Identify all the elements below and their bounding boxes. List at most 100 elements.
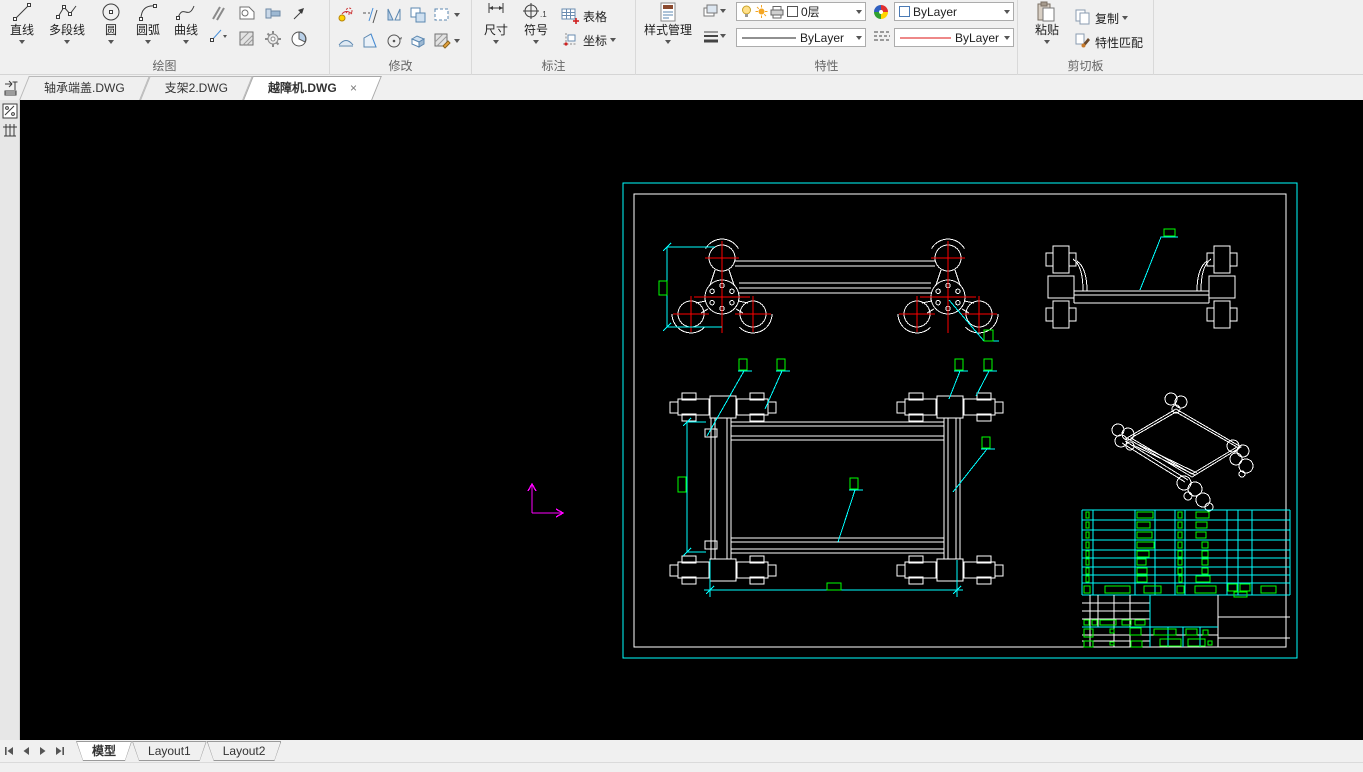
previous-tab-button[interactable]	[17, 743, 34, 759]
multiline-icon[interactable]	[205, 2, 229, 24]
cad-drawing	[527, 182, 1298, 659]
linetype-select[interactable]: ByLayer	[894, 28, 1014, 47]
left-dock-strip	[0, 100, 20, 740]
ribbon-empty-space	[1154, 0, 1363, 74]
erase-icon[interactable]	[334, 4, 358, 26]
point-icon[interactable]	[287, 2, 311, 24]
offset-icon[interactable]	[358, 4, 382, 26]
first-tab-button[interactable]	[0, 743, 17, 759]
doc-tab-bearing-cover[interactable]: 轴承端盖.DWG	[24, 76, 145, 100]
symbol-button[interactable]: .1 符号	[518, 0, 554, 56]
ribbon-group-modify: 修改	[330, 0, 472, 75]
doc-tab-obstacle-machine[interactable]: 越障机.DWG ×	[248, 76, 377, 100]
dropdown-caret-icon[interactable]	[533, 40, 539, 44]
layout-tab-bar: 模型 Layout1 Layout2	[0, 740, 1363, 762]
dropdown-caret-icon[interactable]	[1004, 35, 1010, 40]
dropdown-caret-icon[interactable]	[183, 40, 189, 44]
tab-layout1[interactable]: Layout1	[132, 741, 207, 761]
region-icon[interactable]	[235, 2, 259, 24]
donut-icon[interactable]	[287, 28, 311, 50]
svg-text:.1: .1	[540, 10, 547, 19]
paste-icon	[1035, 1, 1059, 23]
style-manager-button[interactable]: 样式管理	[640, 0, 696, 56]
dimension-button[interactable]: 尺寸	[478, 0, 514, 56]
callout-label-end	[1163, 228, 1176, 237]
dropdown-caret-icon[interactable]	[720, 9, 726, 13]
dropdown-caret-icon[interactable]	[64, 40, 70, 44]
plan-dimensions	[682, 417, 963, 597]
leader-front	[948, 299, 999, 342]
mirror-icon[interactable]	[382, 4, 406, 26]
block-tool-icon[interactable]	[2, 103, 18, 119]
model-space-canvas[interactable]	[20, 100, 1363, 740]
tab-model[interactable]: 模型	[76, 741, 132, 761]
layer-plot-printer-icon	[770, 6, 784, 19]
copy-button[interactable]: 复制	[1074, 7, 1129, 29]
circle-button[interactable]: 圆	[93, 0, 129, 56]
join-icon[interactable]	[406, 4, 430, 26]
draw-extra-tools	[205, 2, 235, 46]
construction-line-icon[interactable]	[205, 24, 229, 46]
dropdown-caret-icon[interactable]	[454, 39, 460, 43]
table-button[interactable]: 表格	[560, 5, 607, 27]
dropdown-caret-icon[interactable]	[19, 40, 25, 44]
lineweight-tools-button[interactable]	[702, 29, 726, 43]
color-wheel-icon[interactable]	[872, 3, 890, 24]
linetype-icon[interactable]	[872, 30, 891, 46]
rectangle-array-icon[interactable]	[430, 4, 454, 26]
lineweight-icon	[704, 31, 718, 43]
linetype-sample	[900, 37, 951, 38]
layer-tools-button[interactable]	[702, 3, 726, 19]
dropdown-caret-icon[interactable]	[454, 13, 460, 17]
modify-group-label: 修改	[388, 59, 413, 73]
copy-icon	[1074, 8, 1092, 28]
scale-icon[interactable]	[334, 30, 358, 52]
line-button[interactable]: 直线	[3, 0, 41, 56]
color-select[interactable]: ByLayer	[894, 2, 1014, 21]
gear-icon[interactable]	[261, 28, 285, 50]
hatch-edit-icon[interactable]	[430, 30, 454, 52]
arc-button[interactable]: 圆弧	[129, 0, 167, 56]
close-tab-icon[interactable]: ×	[350, 81, 357, 95]
layer-select[interactable]: 0层	[736, 2, 866, 21]
dropdown-caret-icon[interactable]	[610, 38, 617, 42]
spline-icon	[175, 1, 197, 23]
dropdown-caret-icon[interactable]	[720, 34, 726, 38]
orbit-3d-icon[interactable]	[406, 30, 430, 52]
leader-end-view	[1139, 236, 1178, 291]
plan-callout-labels	[738, 358, 993, 490]
coordinate-button[interactable]: 坐标	[560, 29, 617, 51]
next-tab-button[interactable]	[34, 743, 51, 759]
hatch-icon[interactable]	[235, 28, 259, 50]
paste-button[interactable]: 粘贴	[1026, 0, 1068, 56]
tab-layout2[interactable]: Layout2	[207, 741, 282, 761]
layer-freeze-sun-icon	[755, 5, 768, 18]
dropdown-caret-icon[interactable]	[1004, 9, 1010, 14]
chamfer-icon[interactable]	[358, 30, 382, 52]
match-properties-button[interactable]: 特性匹配	[1074, 31, 1143, 53]
line-icon	[11, 1, 33, 23]
dropdown-caret-icon[interactable]	[856, 35, 862, 40]
last-tab-button[interactable]	[51, 743, 68, 759]
lineweight-select[interactable]: ByLayer	[736, 28, 866, 47]
solid-icon[interactable]	[261, 2, 285, 24]
dropdown-caret-icon[interactable]	[1122, 16, 1129, 20]
doc-tab-bracket2[interactable]: 支架2.DWG	[145, 76, 248, 100]
title-block-text	[1083, 619, 1213, 648]
dropdown-caret-icon[interactable]	[493, 40, 499, 44]
dropdown-caret-icon[interactable]	[1044, 40, 1050, 44]
spline-button[interactable]: 曲线	[167, 0, 205, 56]
grid-columns-icon[interactable]	[2, 122, 18, 138]
dropdown-caret-icon[interactable]	[145, 40, 151, 44]
layer-color-swatch-icon	[787, 6, 798, 17]
layer-on-bulb-icon	[742, 5, 751, 17]
dropdown-caret-icon[interactable]	[665, 40, 671, 44]
view-end	[1045, 228, 1238, 329]
dropdown-caret-icon[interactable]	[108, 40, 114, 44]
polyline-button[interactable]: 多段线	[41, 0, 93, 56]
coordinate-icon	[560, 30, 580, 51]
symbol-icon: .1	[523, 1, 549, 23]
dropdown-caret-icon[interactable]	[856, 9, 862, 14]
rotate-icon[interactable]	[382, 30, 406, 52]
clipboard-group-label: 剪切板	[1067, 59, 1104, 73]
